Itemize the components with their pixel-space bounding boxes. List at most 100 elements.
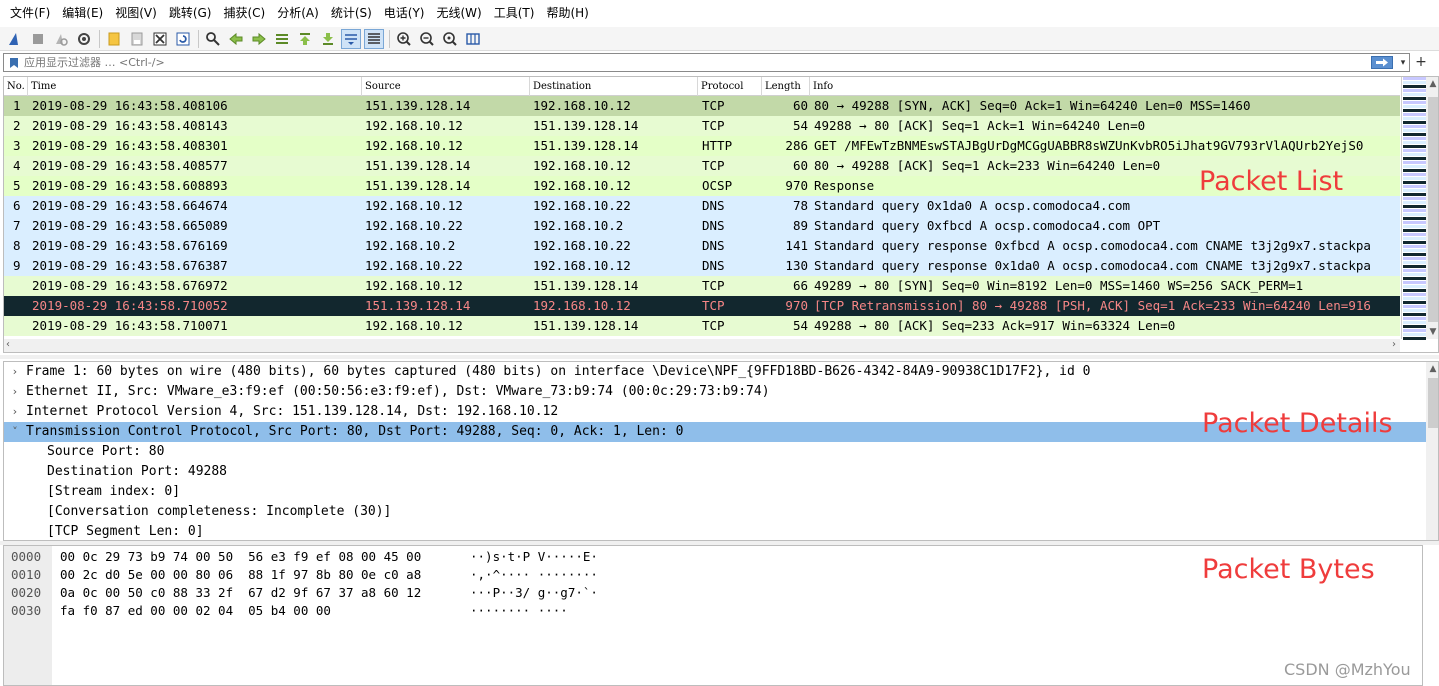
scroll-up-arrow-icon[interactable]: ▲ xyxy=(1426,364,1438,374)
bytes-hex[interactable]: 0a 0c 00 50 c0 88 33 2f 67 d2 9f 67 37 a… xyxy=(60,584,421,602)
minimap-stripe xyxy=(1403,273,1426,276)
bytes-hex[interactable]: fa f0 87 ed 00 00 02 04 05 b4 00 00 xyxy=(60,602,331,620)
detail-field-row[interactable]: Destination Port: 49288 xyxy=(4,462,1426,482)
capture-options-icon[interactable] xyxy=(74,29,94,49)
find-packet-icon[interactable] xyxy=(203,29,223,49)
packet-row[interactable]: 8 2019-08-29 16:43:58.676169 192.168.10.2 1… xyxy=(4,236,1400,256)
bytes-asc[interactable]: ·,·^···· ········ xyxy=(470,566,598,584)
detail-field-row[interactable]: [Conversation completeness: Incomplete (… xyxy=(4,502,1426,522)
zoom-normal-icon[interactable] xyxy=(440,29,460,49)
menu-analyze[interactable]: 分析(A) xyxy=(271,0,325,27)
apply-filter-arrow-icon[interactable] xyxy=(1371,56,1393,69)
add-filter-button-icon[interactable]: + xyxy=(1414,53,1428,72)
restart-capture-icon[interactable] xyxy=(51,29,71,49)
details-vertical-scrollbar[interactable]: ▲ xyxy=(1426,362,1438,540)
zoom-out-icon[interactable] xyxy=(417,29,437,49)
packet-row[interactable]: 2019-08-29 16:43:58.710071 192.168.10.12 1… xyxy=(4,316,1400,336)
menu-capture[interactable]: 捕获(C) xyxy=(217,0,271,27)
detail-field-row[interactable]: Source Port: 80 xyxy=(4,442,1426,462)
filter-bookmark-icon[interactable] xyxy=(4,54,24,71)
bytes-hex[interactable]: 00 0c 29 73 b9 74 00 50 56 e3 f9 ef 08 0… xyxy=(60,548,421,566)
expand-arrow-icon[interactable]: › xyxy=(8,402,22,422)
reload-file-icon[interactable] xyxy=(173,29,193,49)
minimap-stripe xyxy=(1403,177,1426,180)
menu-help[interactable]: 帮助(H) xyxy=(540,0,594,27)
detail-text: [TCP Segment Len: 0] xyxy=(47,524,204,539)
colorize-icon[interactable] xyxy=(364,28,384,49)
scroll-left-arrow-icon[interactable]: ‹ xyxy=(6,339,10,350)
packet-row[interactable]: 2019-08-29 16:43:58.676972 192.168.10.12 1… xyxy=(4,276,1400,296)
menu-edit[interactable]: 编辑(E) xyxy=(56,0,109,27)
packet-row[interactable]: 5 2019-08-29 16:43:58.608893 151.139.128.1… xyxy=(4,176,1400,196)
autoscroll-icon[interactable] xyxy=(341,28,361,49)
menu-telephony[interactable]: 电话(Y) xyxy=(378,0,431,27)
menu-go[interactable]: 跳转(G) xyxy=(163,0,218,27)
shark-fin-start-icon[interactable] xyxy=(5,29,25,49)
column-header-info[interactable]: Info xyxy=(810,77,1400,96)
column-header-source[interactable]: Source xyxy=(362,77,530,96)
go-forward-icon[interactable] xyxy=(249,29,269,49)
collapse-arrow-icon[interactable]: ˅ xyxy=(8,422,22,442)
go-to-packet-icon[interactable] xyxy=(272,29,292,49)
packet-cell-len: 78 xyxy=(792,198,808,213)
menu-statistics[interactable]: 统计(S) xyxy=(325,0,378,27)
go-last-icon[interactable] xyxy=(318,29,338,49)
detail-protocol-row[interactable]: › Frame 1: 60 bytes on wire (480 bits), 6… xyxy=(4,362,1426,382)
packet-row[interactable]: 7 2019-08-29 16:43:58.665089 192.168.10.22… xyxy=(4,216,1400,236)
minimap-stripe xyxy=(1403,129,1426,132)
display-filter-input[interactable] xyxy=(24,54,1371,71)
menu-tools[interactable]: 工具(T) xyxy=(488,0,541,27)
detail-field-row[interactable]: [TCP Segment Len: 0] xyxy=(4,522,1426,540)
packet-minimap[interactable] xyxy=(1401,77,1426,340)
bytes-hex[interactable]: 00 2c d0 5e 00 00 80 06 88 1f 97 8b 80 0… xyxy=(60,566,421,584)
packet-row[interactable]: 2 2019-08-29 16:43:58.408143 192.168.10.12… xyxy=(4,116,1400,136)
bytes-asc[interactable]: ··)s·t·P V·····E· xyxy=(470,548,598,566)
bytes-asc[interactable]: ········ ···· xyxy=(470,602,568,620)
packet-cell-time: 2019-08-29 16:43:58.408577 xyxy=(32,158,228,173)
packet-cell-len: 54 xyxy=(792,318,808,333)
minimap-stripe xyxy=(1403,217,1426,220)
packet-row[interactable]: 2019-08-29 16:43:58.710052 151.139.128.14… xyxy=(4,296,1400,316)
bytes-asc[interactable]: ···P··3/ g··g7·`· xyxy=(470,584,598,602)
packet-row[interactable]: 1 2019-08-29 16:43:58.408106 151.139.128.1… xyxy=(4,96,1400,116)
bytes-off[interactable]: 0030 xyxy=(11,602,41,620)
expand-arrow-icon[interactable]: › xyxy=(8,382,22,402)
column-header-length[interactable]: Length xyxy=(762,77,810,96)
zoom-in-icon[interactable] xyxy=(394,29,414,49)
scrollbar-thumb[interactable] xyxy=(1428,97,1438,322)
menu-file[interactable]: 文件(F) xyxy=(4,0,56,27)
menu-view[interactable]: 视图(V) xyxy=(109,0,163,27)
close-file-icon[interactable] xyxy=(150,29,170,49)
stop-capture-icon[interactable] xyxy=(28,29,48,49)
minimap-stripe xyxy=(1403,221,1426,224)
packet-list-vertical-scrollbar[interactable]: ▲ ▼ xyxy=(1426,77,1438,339)
bytes-off[interactable]: 0000 xyxy=(11,548,41,566)
packet-row[interactable]: 4 2019-08-29 16:43:58.408577 151.139.128.1… xyxy=(4,156,1400,176)
scroll-down-arrow-icon[interactable]: ▼ xyxy=(1426,327,1438,337)
resize-columns-icon[interactable] xyxy=(463,29,483,49)
column-header-protocol[interactable]: Protocol xyxy=(698,77,762,96)
go-first-icon[interactable] xyxy=(295,29,315,49)
bytes-off[interactable]: 0010 xyxy=(11,566,41,584)
minimap-stripe xyxy=(1403,325,1426,328)
packet-list-horizontal-scrollbar[interactable]: ‹ › xyxy=(4,339,1400,352)
detail-protocol-row[interactable]: › Ethernet II, Src: VMware_e3:f9:ef (00:5… xyxy=(4,382,1426,402)
open-file-icon[interactable] xyxy=(104,29,124,49)
save-file-icon[interactable] xyxy=(127,29,147,49)
column-header-time[interactable]: Time xyxy=(28,77,362,96)
pane-splitter[interactable] xyxy=(0,355,1439,359)
scroll-up-arrow-icon[interactable]: ▲ xyxy=(1426,79,1438,89)
packet-row[interactable]: 6 2019-08-29 16:43:58.664674 192.168.10.12… xyxy=(4,196,1400,216)
packet-row[interactable]: 3 2019-08-29 16:43:58.408301 192.168.10.12… xyxy=(4,136,1400,156)
column-header-no[interactable]: No. xyxy=(4,77,28,96)
menu-wireless[interactable]: 无线(W) xyxy=(431,0,488,27)
column-header-destination[interactable]: Destination xyxy=(530,77,698,96)
filter-history-dropdown-icon[interactable]: ▾ xyxy=(1397,58,1409,68)
scrollbar-thumb[interactable] xyxy=(1428,378,1438,428)
scroll-right-arrow-icon[interactable]: › xyxy=(1392,339,1396,350)
go-back-icon[interactable] xyxy=(226,29,246,49)
detail-field-row[interactable]: [Stream index: 0] xyxy=(4,482,1426,502)
bytes-off[interactable]: 0020 xyxy=(11,584,41,602)
packet-row[interactable]: 9 2019-08-29 16:43:58.676387 192.168.10.22… xyxy=(4,256,1400,276)
expand-arrow-icon[interactable]: › xyxy=(8,362,22,382)
